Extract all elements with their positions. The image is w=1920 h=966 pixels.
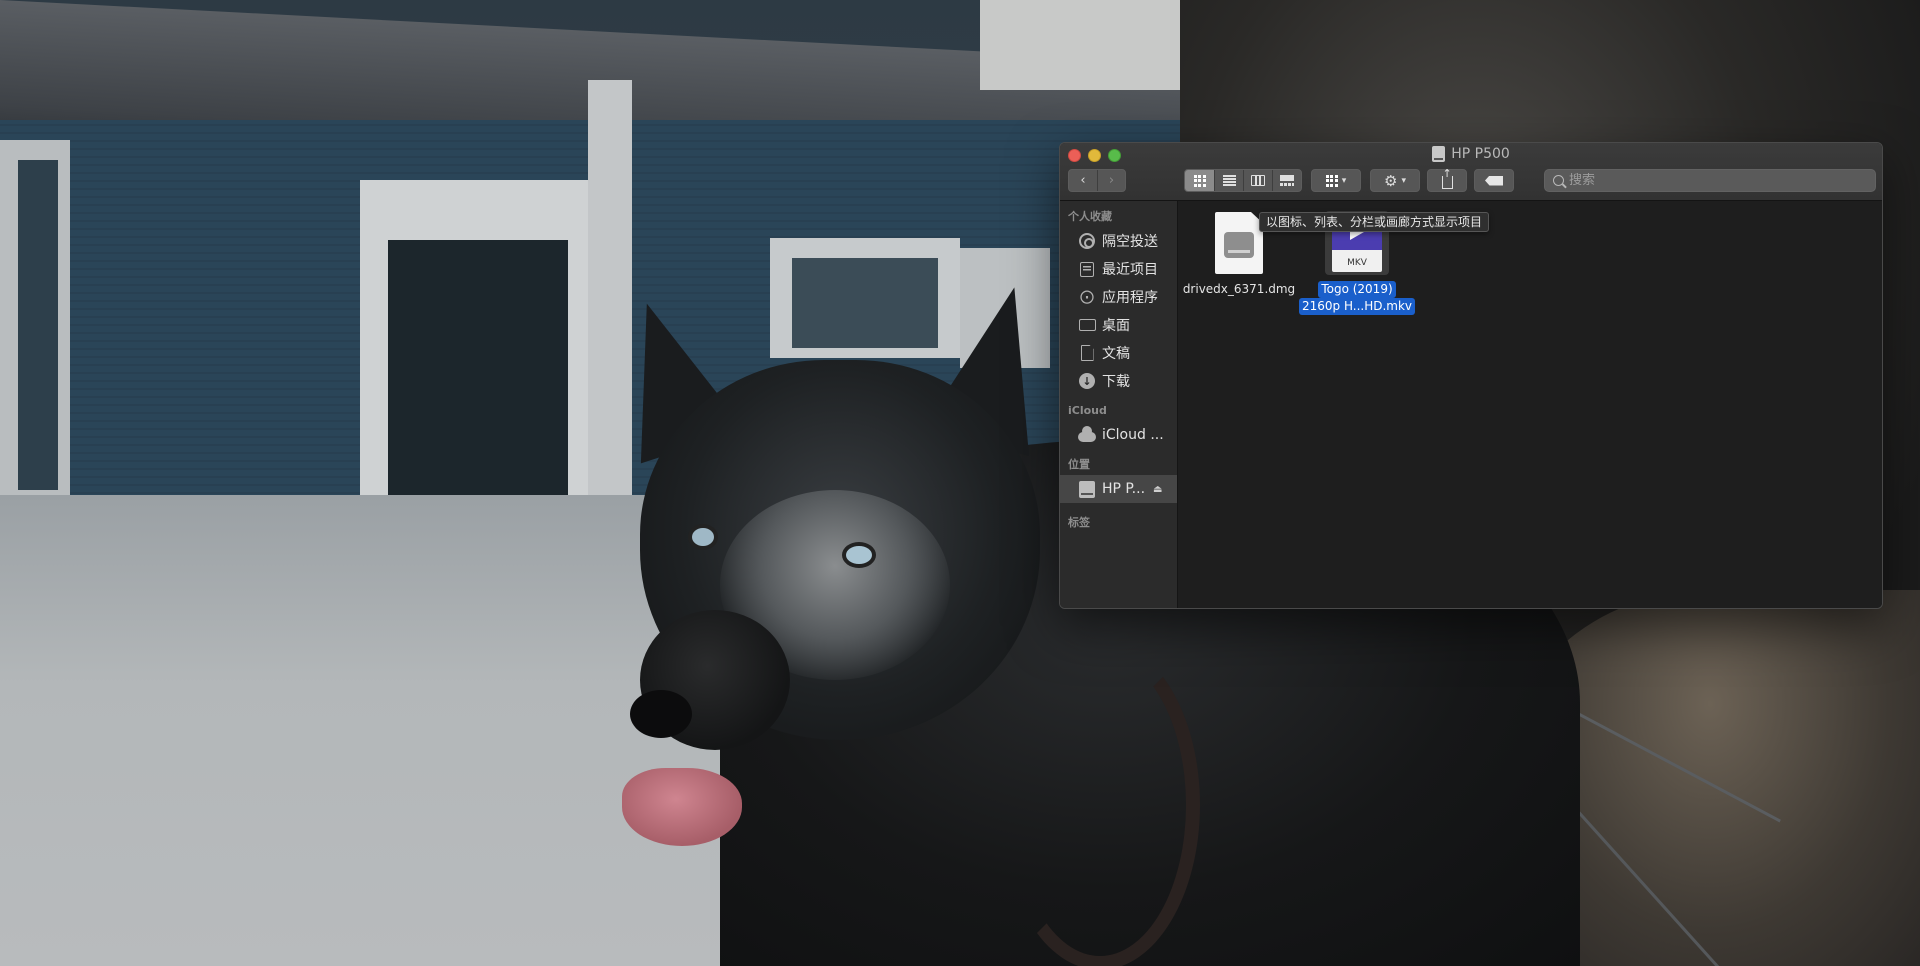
file-name: drivedx_6371.dmg [1183, 281, 1295, 298]
tag-icon [1485, 175, 1503, 186]
sidebar-item-label: HP P... [1102, 481, 1146, 497]
sidebar-item-downloads[interactable]: ↓ 下载 [1060, 367, 1177, 395]
wallpaper-post [588, 80, 632, 510]
sidebar-item-label: 文稿 [1102, 346, 1130, 362]
sidebar-item-label: iCloud ... [1102, 427, 1164, 443]
desktop-icon [1078, 319, 1096, 331]
column-view-icon [1251, 175, 1265, 186]
share-button[interactable] [1427, 167, 1467, 192]
search-icon [1553, 175, 1564, 186]
sidebar-section-tags: 标签 [1068, 516, 1090, 529]
icloud-icon [1078, 426, 1096, 442]
eject-icon[interactable]: ⏏ [1153, 484, 1162, 495]
navigation-group: ‹ › [1068, 169, 1126, 192]
sidebar-item-label: 最近项目 [1102, 262, 1158, 278]
icon-view-button[interactable] [1185, 170, 1214, 191]
column-view-button[interactable] [1243, 170, 1272, 191]
downloads-icon: ↓ [1079, 373, 1095, 389]
window-title: HP P500 [1060, 146, 1882, 162]
share-icon [1441, 167, 1453, 189]
sidebar-item-desktop[interactable]: 桌面 [1060, 311, 1177, 339]
window-toolbar[interactable]: HP P500 ‹ › ▾ ⚙ ▾ ↑ 搜索 [1060, 143, 1882, 201]
airdrop-icon [1079, 233, 1095, 249]
list-view-icon [1222, 175, 1236, 186]
sidebar-item-label: 下载 [1102, 374, 1130, 390]
applications-icon: ⨀ [1080, 289, 1094, 305]
file-name-line-2: 2160p H...HD.mkv [1298, 298, 1416, 315]
wallpaper-dog-eye [846, 546, 872, 564]
gear-icon: ⚙ [1384, 171, 1398, 190]
sidebar-item-label: 桌面 [1102, 318, 1130, 334]
forward-button[interactable]: › [1096, 170, 1125, 191]
sidebar-item-recents[interactable]: 最近项目 [1060, 255, 1177, 283]
file-name: Togo (2019) 2160p H...HD.mkv [1298, 281, 1416, 315]
list-view-button[interactable] [1214, 170, 1243, 191]
search-input[interactable] [1569, 173, 1859, 188]
chevron-down-icon: ▾ [1341, 175, 1347, 186]
wallpaper-trim-inner [18, 160, 58, 490]
group-grid-icon [1325, 174, 1338, 187]
sidebar-item-documents[interactable]: 文稿 [1060, 339, 1177, 367]
wallpaper-dog-nose [630, 690, 692, 738]
disk-image-icon [1215, 212, 1263, 274]
gallery-view-button[interactable] [1272, 170, 1301, 191]
group-by-button[interactable]: ▾ [1311, 169, 1361, 192]
documents-icon [1080, 345, 1094, 361]
wallpaper-door [388, 240, 568, 500]
sidebar-item-applications[interactable]: ⨀ 应用程序 [1060, 283, 1177, 311]
action-menu-button[interactable]: ⚙ ▾ [1370, 169, 1420, 192]
sidebar-section-favorites: 个人收藏 [1068, 210, 1112, 223]
file-name-text: drivedx_6371.dmg [1182, 282, 1296, 296]
file-type-badge: MKV [1347, 258, 1367, 268]
wallpaper-dog-tongue [622, 768, 742, 846]
sidebar: 个人收藏 隔空投送 最近项目 ⨀ 应用程序 桌面 文稿 ↓ 下载 iCloud [1060, 201, 1178, 608]
wallpaper-harness [1000, 640, 1200, 966]
wallpaper-window-pane [792, 258, 938, 348]
file-name-line-1: Togo (2019) [1318, 281, 1396, 298]
wallpaper-dog-eye [692, 528, 714, 546]
sidebar-item-icloud-drive[interactable]: iCloud ... [1060, 421, 1177, 449]
search-field[interactable] [1544, 169, 1876, 192]
view-mode-control [1184, 169, 1302, 192]
icon-view-icon [1193, 174, 1206, 187]
file-browser-content[interactable]: drivedx_6371.dmg MKV Togo (2019) 2160p H… [1179, 201, 1882, 608]
view-mode-tooltip: 以图标、列表、分栏或画廊方式显示项目 [1259, 212, 1490, 232]
window-title-text: HP P500 [1451, 146, 1510, 162]
gallery-view-icon [1280, 175, 1294, 186]
sidebar-item-label: 隔空投送 [1102, 234, 1158, 250]
chevron-down-icon: ▾ [1401, 175, 1406, 186]
back-button[interactable]: ‹ [1069, 170, 1097, 191]
sidebar-section-locations: 位置 [1068, 458, 1090, 471]
tags-button[interactable] [1474, 169, 1514, 192]
chevron-right-icon: › [1108, 173, 1115, 188]
sidebar-item-airdrop[interactable]: 隔空投送 [1060, 227, 1177, 255]
recents-icon [1080, 261, 1094, 277]
sidebar-item-hp-p500[interactable]: HP P... ⏏ [1060, 475, 1177, 503]
external-drive-icon [1079, 480, 1095, 498]
chevron-left-icon: ‹ [1080, 173, 1086, 188]
external-drive-icon [1432, 146, 1446, 162]
sidebar-item-label: 应用程序 [1102, 290, 1158, 306]
sidebar-section-icloud: iCloud [1068, 404, 1107, 417]
